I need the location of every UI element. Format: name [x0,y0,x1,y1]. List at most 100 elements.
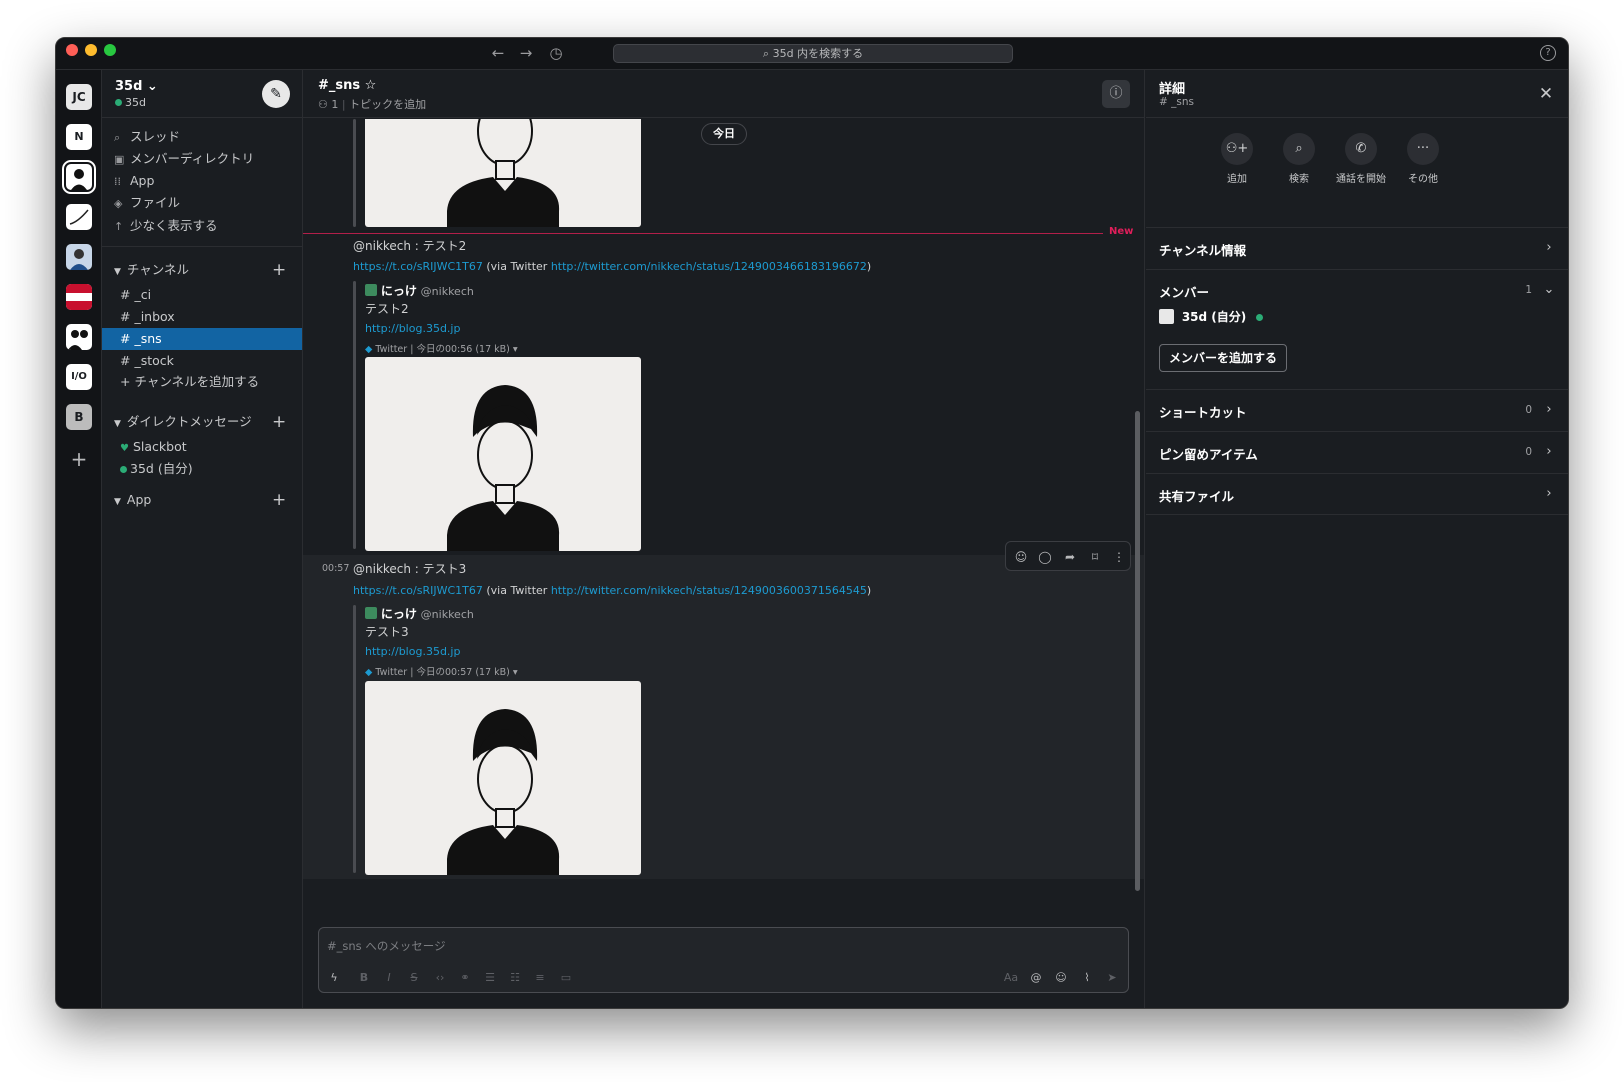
channel-info-row[interactable]: チャンネル情報 › [1146,227,1568,269]
bookmark-icon[interactable]: ⌑ [1086,548,1104,566]
add-reaction-icon[interactable]: ☺ [1012,548,1030,566]
add-app-icon[interactable]: + [272,491,286,509]
workspace-red-banner[interactable] [66,284,92,310]
date-divider-pill[interactable]: 今日 [701,123,747,145]
workspace-portrait[interactable] [66,244,92,270]
compose-icon[interactable]: ✎ [262,80,290,108]
close-window-button[interactable] [66,44,78,56]
ordered-list-icon[interactable]: ☰ [481,970,499,986]
message-input[interactable] [327,937,1107,955]
workspace-people[interactable] [66,324,92,350]
sidebar-channel-inbox[interactable]: # _inbox [102,306,302,328]
add-member-button[interactable]: メンバーを追加する [1159,344,1288,372]
author-name[interactable]: にっけ [381,607,417,621]
via-text: (via Twitter [486,584,548,597]
info-icon[interactable]: ⓘ [1102,80,1130,108]
search-bar[interactable]: ⌕ 35d 内を検索する [613,44,1013,63]
back-arrow-icon[interactable]: ← [488,43,508,63]
more-actions-icon[interactable]: ⋮ [1110,548,1128,566]
topic-link[interactable]: トピックを追加 [349,98,426,111]
sidebar-item-files[interactable]: ◈ ファイル [114,193,180,213]
bulleted-list-icon[interactable]: ☷ [506,970,524,986]
details-panel: 詳細 # _sns ✕ ⚇+ 追加 ⌕ 検索 ✆ 通話を開始 ··· その他 チ… [1146,70,1568,1008]
blockquote-icon[interactable]: ≡ [531,970,549,986]
workspace-jc[interactable]: JC [66,84,92,110]
share-icon[interactable]: ➦ [1061,548,1079,566]
minimize-window-button[interactable] [85,44,97,56]
attachment-icon[interactable]: ⌇ [1078,970,1096,986]
zoom-window-button[interactable] [104,44,116,56]
code-block-icon[interactable]: ▭ [557,970,575,986]
row-label[interactable]: メンバー [1159,282,1209,301]
sidebar-item-show-less[interactable]: ↑ 少なく表示する [114,216,218,236]
more-button[interactable]: ··· その他 [1393,133,1453,185]
author-handle[interactable]: @nikkech [421,285,474,298]
workspace-name[interactable]: 35d ⌄ [115,79,158,94]
tweet-meta-info[interactable]: | 今日の00:57 (17 kB) ▾ [410,667,517,678]
shortcuts-row[interactable]: ショートカット 0 › [1146,389,1568,431]
app-section-header[interactable]: ▼ App [114,490,151,510]
sidebar-item-directory[interactable]: ▣ メンバーディレクトリ [114,149,254,169]
attachment-image[interactable] [365,119,641,227]
blog-link[interactable]: http://blog.35d.jp [365,322,460,335]
channel-header: #_sns ☆ ⚇ 1 | トピックを追加 ⓘ [303,70,1144,118]
short-link[interactable]: https://t.co/sRIJWC1T67 [353,584,483,597]
message-timestamp[interactable]: 00:57 [322,563,349,574]
shared-files-row[interactable]: 共有ファイル › [1146,473,1568,515]
add-dm-icon[interactable]: + [272,413,286,431]
attachment-image[interactable] [365,357,641,551]
sidebar-item-threads[interactable]: ⌕ スレッド [114,127,180,147]
history-icon[interactable]: ◷ [546,43,566,63]
workspace-graph[interactable] [66,204,92,230]
workspace-b[interactable]: B [66,404,92,430]
blog-link[interactable]: http://blog.35d.jp [365,645,460,658]
sidebar-channel-ci[interactable]: # _ci [102,284,302,306]
add-workspace-icon[interactable]: + [70,449,88,469]
add-people-button[interactable]: ⚇+ 追加 [1207,133,1267,185]
message-list[interactable]: 今日 New @nikkech : テスト2 https://t.co/sRIJ… [303,119,1144,911]
code-icon[interactable]: ‹› [431,970,449,986]
sidebar-channel-sns[interactable]: # _sns [102,328,302,350]
bold-icon[interactable]: B [355,970,373,986]
dm-section-header[interactable]: ▼ ダイレクトメッセージ [114,412,252,432]
add-channel-icon[interactable]: + [272,261,286,279]
tweet-meta-info[interactable]: | 今日の00:56 (17 kB) ▾ [410,344,517,355]
channels-section-header[interactable]: ▼ チャンネル [114,260,189,280]
author-name[interactable]: にっけ [381,284,417,298]
member-item[interactable]: 35d (自分) [1159,308,1266,326]
formatting-toggle-icon[interactable]: Aa [1002,970,1020,986]
sidebar-item-app[interactable]: ⁞⁞ App [114,171,154,191]
shortcuts-lightning-icon[interactable]: ϟ [325,970,343,986]
message-scrollbar[interactable] [1135,411,1140,891]
workspace-notion[interactable]: N [66,124,92,150]
short-link[interactable]: https://t.co/sRIJWC1T67 [353,260,483,273]
member-count[interactable]: 1 [331,98,338,111]
mention-icon[interactable]: @ [1027,970,1045,986]
sidebar-dm-slackbot[interactable]: ♥ Slackbot [102,436,302,458]
sidebar-channel-stock[interactable]: # _stock [102,350,302,372]
strikethrough-icon[interactable]: S [405,970,423,986]
channel-title[interactable]: #_sns ☆ [318,78,376,93]
start-call-button[interactable]: ✆ 通話を開始 [1331,133,1391,185]
workspace-35d[interactable] [62,160,96,194]
forward-arrow-icon[interactable]: → [516,43,536,63]
author-handle[interactable]: @nikkech [421,608,474,621]
tweet-link[interactable]: http://twitter.com/nikkech/status/124900… [551,584,867,597]
workspace-header[interactable]: 35d ⌄ 35d ✎ [102,70,302,118]
reply-thread-icon[interactable]: ◯ [1036,548,1054,566]
chevron-down-icon[interactable]: ⌄ [1542,281,1556,299]
attachment-image[interactable] [365,681,641,875]
add-channel-link[interactable]: + チャンネルを追加する [102,371,302,393]
sidebar-dm-self[interactable]: 35d (自分) [102,458,302,480]
tweet-link[interactable]: http://twitter.com/nikkech/status/124900… [551,260,867,273]
send-icon[interactable]: ➤ [1103,970,1121,986]
workspace-io[interactable]: I/O [66,364,92,390]
search-channel-button[interactable]: ⌕ 検索 [1269,133,1329,185]
tweet-source: Twitter [375,344,408,355]
close-icon[interactable]: ✕ [1536,84,1556,104]
italic-icon[interactable]: I [380,970,398,986]
help-icon[interactable]: ? [1540,45,1556,61]
emoji-icon[interactable]: ☺ [1052,970,1070,986]
pinned-items-row[interactable]: ピン留めアイテム 0 › [1146,431,1568,473]
link-icon[interactable]: ⚭ [456,970,474,986]
